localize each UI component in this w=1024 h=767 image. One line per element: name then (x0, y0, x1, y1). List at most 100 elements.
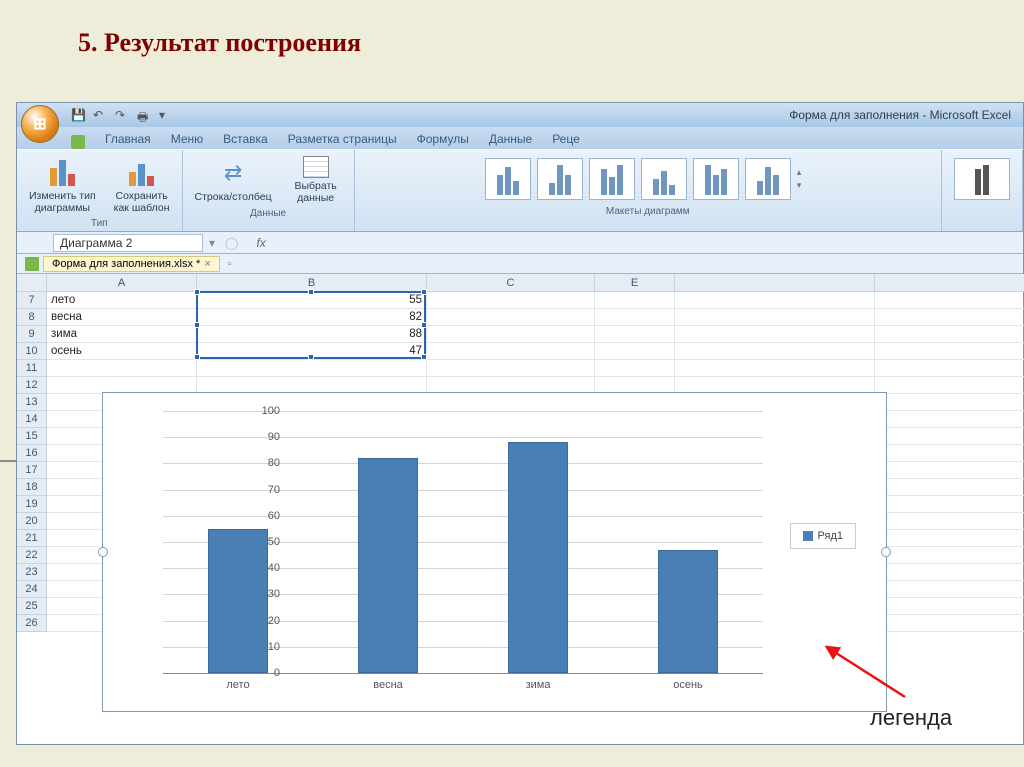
fx-icon[interactable]: fx (256, 236, 265, 250)
ribbon-group-data: ⇄ Строка/столбец Выбрать данные Данные (183, 150, 355, 231)
tab-review[interactable]: Реце (542, 129, 590, 149)
bar-лето[interactable] (208, 529, 268, 673)
document-tabs: Форма для заполнения.xlsx * × ▫ (17, 254, 1023, 274)
y-tick-90: 90 (268, 431, 280, 443)
row-header-13[interactable]: 13 (17, 394, 46, 411)
close-tab-icon[interactable]: × (204, 258, 210, 270)
layout-thumb-5[interactable] (693, 158, 739, 200)
row-header-14[interactable]: 14 (17, 411, 46, 428)
row-header-10[interactable]: 10 (17, 343, 46, 360)
bar-весна[interactable] (358, 458, 418, 673)
row-header-9[interactable]: 9 (17, 326, 46, 343)
y-tick-30: 30 (268, 588, 280, 600)
row-header-22[interactable]: 22 (17, 547, 46, 564)
row-header-21[interactable]: 21 (17, 530, 46, 547)
office-button[interactable]: ⊞ (21, 105, 59, 143)
y-tick-60: 60 (268, 510, 280, 522)
style-thumb-1[interactable] (954, 158, 1010, 200)
cell-B7[interactable]: 55 (197, 292, 427, 309)
tab-data[interactable]: Данные (479, 129, 542, 149)
tab-page-layout[interactable]: Разметка страницы (278, 129, 407, 149)
column-header-C[interactable]: C (427, 274, 595, 291)
save-template-label: Сохранить как шаблон (114, 190, 170, 214)
window-title: Форма для заполнения - Microsoft Excel (173, 108, 1023, 122)
x-label-лето: лето (168, 679, 308, 691)
cell-A8[interactable]: весна (47, 309, 197, 326)
row-header-11[interactable]: 11 (17, 360, 46, 377)
ribbon-group-type: Изменить тип диаграммы Сохранить как шаб… (17, 150, 183, 231)
undo-icon[interactable]: ↶ (93, 108, 107, 122)
column-header-A[interactable]: A (47, 274, 197, 291)
layout-thumb-2[interactable] (537, 158, 583, 200)
select-data-label: Выбрать данные (294, 180, 336, 204)
select-data-button[interactable]: Выбрать данные (286, 154, 346, 206)
titlebar: ⊞ 💾 ↶ ↷ 🖶 ▾ Форма для заполнения - Micro… (17, 103, 1023, 127)
row-header-25[interactable]: 25 (17, 598, 46, 615)
group-label-type: Тип (91, 218, 108, 229)
cell-B8[interactable]: 82 (197, 309, 427, 326)
save-template-icon (126, 156, 158, 188)
cell-B10[interactable]: 47 (197, 343, 427, 360)
cell-B9[interactable]: 88 (197, 326, 427, 343)
row-header-12[interactable]: 12 (17, 377, 46, 394)
layout-thumb-4[interactable] (641, 158, 687, 200)
row-header-15[interactable]: 15 (17, 428, 46, 445)
embedded-chart[interactable]: Ряд1 0102030405060708090100летовесназима… (102, 392, 887, 712)
cell-A9[interactable]: зима (47, 326, 197, 343)
redo-icon[interactable]: ↷ (115, 108, 129, 122)
bar-осень[interactable] (658, 550, 718, 673)
ribbon-tabs: Главная Меню Вставка Разметка страницы Ф… (17, 127, 1023, 149)
row-header-8[interactable]: 8 (17, 309, 46, 326)
row-header-23[interactable]: 23 (17, 564, 46, 581)
row-header-16[interactable]: 16 (17, 445, 46, 462)
row-header-17[interactable]: 17 (17, 462, 46, 479)
excel-window: ⊞ 💾 ↶ ↷ 🖶 ▾ Форма для заполнения - Micro… (16, 102, 1024, 745)
gallery-scroll[interactable]: ▴▾ (797, 158, 811, 200)
row-header-20[interactable]: 20 (17, 513, 46, 530)
column-header-B[interactable]: B (197, 274, 427, 291)
annotation-legend-label: легенда (870, 705, 952, 731)
row-header-26[interactable]: 26 (17, 615, 46, 632)
qat-more-icon[interactable]: ▾ (159, 108, 173, 122)
tab-menu[interactable]: Меню (161, 129, 213, 149)
save-as-template-button[interactable]: Сохранить как шаблон (110, 154, 174, 216)
row-header-19[interactable]: 19 (17, 496, 46, 513)
plot-area[interactable] (163, 411, 763, 673)
chart-layouts-gallery[interactable]: ▴▾ (481, 154, 815, 204)
save-icon[interactable]: 💾 (71, 108, 85, 122)
slide-title: 5. Результат построения (0, 0, 1024, 58)
column-header-E[interactable]: E (595, 274, 675, 291)
excel-icon (71, 135, 85, 149)
chevron-down-icon: ▾ (797, 180, 811, 191)
chevron-up-icon: ▴ (797, 167, 811, 178)
bar-зима[interactable] (508, 442, 568, 673)
workbook-icon (25, 257, 39, 271)
switch-row-column-button[interactable]: ⇄ Строка/столбец (191, 154, 276, 206)
change-chart-type-label: Изменить тип диаграммы (29, 190, 96, 214)
row-header-18[interactable]: 18 (17, 479, 46, 496)
cell-A10[interactable]: осень (47, 343, 197, 360)
print-icon[interactable]: 🖶 (137, 108, 151, 122)
tab-insert[interactable]: Вставка (213, 129, 278, 149)
new-tab-icon[interactable]: ▫ (228, 258, 232, 270)
x-label-зима: зима (468, 679, 608, 691)
name-box[interactable]: Диаграмма 2 (53, 234, 203, 252)
tab-formulas[interactable]: Формулы (407, 129, 479, 149)
tab-home[interactable]: Главная (95, 129, 161, 149)
layout-thumb-6[interactable] (745, 158, 791, 200)
row-header-24[interactable]: 24 (17, 581, 46, 598)
chart-legend[interactable]: Ряд1 (790, 523, 856, 549)
layout-thumb-1[interactable] (485, 158, 531, 200)
change-chart-type-button[interactable]: Изменить тип диаграммы (25, 154, 100, 216)
switch-rc-label: Строка/столбец (195, 191, 272, 203)
cell-A7[interactable]: лето (47, 292, 197, 309)
document-tab[interactable]: Форма для заполнения.xlsx * × (43, 256, 220, 272)
formula-bar: Диаграмма 2 ▾ ◯ fx (17, 232, 1023, 254)
row-header-7[interactable]: 7 (17, 292, 46, 309)
group-label-layouts: Макеты диаграмм (606, 206, 690, 217)
select-all-corner[interactable] (17, 274, 47, 292)
y-tick-10: 10 (268, 641, 280, 653)
layout-thumb-3[interactable] (589, 158, 635, 200)
worksheet[interactable]: 7891011121314151617181920212223242526 AB… (17, 274, 1023, 744)
office-logo-icon: ⊞ (33, 114, 46, 134)
